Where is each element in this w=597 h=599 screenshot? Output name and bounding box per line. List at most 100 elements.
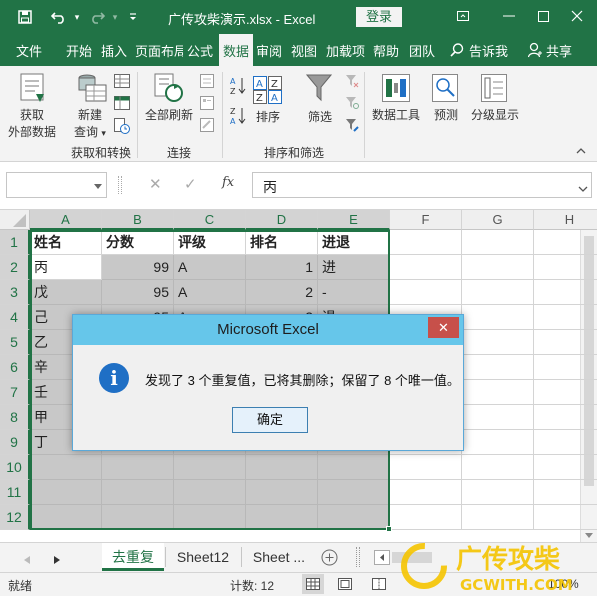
grid-cell[interactable] xyxy=(462,430,534,455)
grid-cell[interactable] xyxy=(318,480,390,505)
column-header-e[interactable]: E xyxy=(318,210,390,230)
customize-qat-icon[interactable] xyxy=(122,7,144,27)
sort-button[interactable]: 排序 xyxy=(252,108,284,125)
tab-review[interactable]: 审阅 xyxy=(256,41,282,60)
grid-cell[interactable] xyxy=(30,480,102,505)
sheet-next-icon[interactable] xyxy=(54,553,60,567)
grid-cell[interactable]: 进 xyxy=(318,255,390,280)
grid-cell[interactable] xyxy=(534,405,597,430)
ribbon-display-options-icon[interactable] xyxy=(448,5,478,27)
grid-cell[interactable] xyxy=(534,380,597,405)
grid-cell[interactable] xyxy=(318,505,390,530)
grid-cell[interactable]: 95 xyxy=(102,280,174,305)
grid-cell[interactable] xyxy=(462,505,534,530)
cancel-icon[interactable]: ✕ xyxy=(149,175,162,193)
row-header-7[interactable]: 7 xyxy=(0,380,30,405)
grid-cell[interactable]: A xyxy=(174,280,246,305)
grid-cell[interactable] xyxy=(390,480,462,505)
grid-cell[interactable] xyxy=(246,480,318,505)
select-all-corner[interactable] xyxy=(0,210,30,230)
column-header-g[interactable]: G xyxy=(462,210,534,230)
edit-links-icon[interactable] xyxy=(200,118,214,135)
get-external-data-button[interactable]: 获取 外部数据 xyxy=(0,106,64,140)
grid-cell[interactable] xyxy=(462,255,534,280)
header-cell[interactable]: 姓名 xyxy=(30,230,102,255)
advanced-filter-icon[interactable] xyxy=(345,118,359,135)
insert-function-icon[interactable]: fx xyxy=(222,175,234,190)
minimize-icon[interactable] xyxy=(494,5,524,27)
grid-cell[interactable] xyxy=(102,480,174,505)
grid-cell[interactable] xyxy=(462,405,534,430)
connections-icon[interactable] xyxy=(200,74,214,91)
tab-team[interactable]: 团队 xyxy=(409,41,435,60)
recent-sources-icon[interactable] xyxy=(114,118,130,137)
column-header-a[interactable]: A xyxy=(30,210,102,230)
grid-cell[interactable]: 戊 xyxy=(30,280,102,305)
grid-cell[interactable] xyxy=(462,380,534,405)
add-sheet-icon[interactable] xyxy=(321,549,338,569)
header-cell[interactable]: 分数 xyxy=(102,230,174,255)
dialog-close-button[interactable]: ✕ xyxy=(428,317,459,338)
maximize-icon[interactable] xyxy=(528,5,558,27)
row-header-11[interactable]: 11 xyxy=(0,480,30,505)
sort-dialog-icon[interactable]: AZZA xyxy=(253,76,283,107)
grid-cell[interactable]: A xyxy=(174,255,246,280)
fill-handle[interactable] xyxy=(386,526,392,532)
grid-cell[interactable] xyxy=(534,480,597,505)
collapse-ribbon-icon[interactable] xyxy=(576,144,586,158)
header-cell[interactable]: 排名 xyxy=(246,230,318,255)
grid-cell[interactable] xyxy=(246,505,318,530)
grid-cell[interactable] xyxy=(174,480,246,505)
tab-addins[interactable]: 加载项 xyxy=(326,41,365,60)
tab-file[interactable]: 文件 xyxy=(16,41,42,60)
grid-cell[interactable] xyxy=(174,505,246,530)
tab-home[interactable]: 开始 xyxy=(66,41,92,60)
grid-cell[interactable] xyxy=(174,455,246,480)
sheet-prev-icon[interactable] xyxy=(24,553,30,567)
grid-cell[interactable]: 丙 xyxy=(30,255,102,280)
grid-cell[interactable] xyxy=(390,280,462,305)
grid-cell[interactable] xyxy=(534,355,597,380)
grid-cell[interactable] xyxy=(534,305,597,330)
normal-view-icon[interactable] xyxy=(302,574,324,594)
filter-button[interactable]: 筛选 xyxy=(304,108,336,125)
grid-cell[interactable] xyxy=(318,455,390,480)
tab-view[interactable]: 视图 xyxy=(291,41,317,60)
grid-cell[interactable]: 2 xyxy=(246,280,318,305)
page-layout-view-icon[interactable] xyxy=(338,578,352,593)
grid-cell[interactable] xyxy=(534,330,597,355)
grid-cell[interactable] xyxy=(462,305,534,330)
new-query-button[interactable]: 新建 查询 ▾ xyxy=(70,106,110,140)
clear-filter-icon[interactable] xyxy=(345,74,359,91)
show-queries-icon[interactable] xyxy=(114,74,130,91)
data-tools-icon[interactable] xyxy=(382,74,410,105)
enter-icon[interactable]: ✓ xyxy=(184,175,197,193)
name-box[interactable] xyxy=(6,172,107,198)
header-cell[interactable] xyxy=(462,230,534,255)
tell-me-search[interactable]: 告诉我 xyxy=(469,41,508,60)
row-header-5[interactable]: 5 xyxy=(0,330,30,355)
forecast-button[interactable]: 预测 xyxy=(428,106,464,123)
from-table-icon[interactable] xyxy=(114,96,130,113)
grid-cell[interactable] xyxy=(534,505,597,530)
save-icon[interactable] xyxy=(14,7,36,27)
grid-cell[interactable] xyxy=(534,280,597,305)
sheet-tab-dedup[interactable]: 去重复 xyxy=(102,543,164,571)
sheet-tab-sheet12[interactable]: Sheet12 xyxy=(166,543,240,571)
column-header-h[interactable]: H xyxy=(534,210,597,230)
grid-cell[interactable] xyxy=(390,505,462,530)
row-header-1[interactable]: 1 xyxy=(0,230,30,255)
name-box-dropdown-icon[interactable] xyxy=(94,179,102,193)
column-header-f[interactable]: F xyxy=(390,210,462,230)
grid-cell[interactable] xyxy=(534,455,597,480)
grid-cell[interactable] xyxy=(102,455,174,480)
header-cell[interactable]: 进退 xyxy=(318,230,390,255)
column-header-d[interactable]: D xyxy=(246,210,318,230)
grid-cell[interactable] xyxy=(390,255,462,280)
close-icon[interactable] xyxy=(562,5,592,27)
row-header-6[interactable]: 6 xyxy=(0,355,30,380)
filter-icon[interactable] xyxy=(305,74,333,105)
grid-cell[interactable] xyxy=(462,480,534,505)
row-header-8[interactable]: 8 xyxy=(0,405,30,430)
formula-input[interactable]: 丙 xyxy=(252,172,592,198)
